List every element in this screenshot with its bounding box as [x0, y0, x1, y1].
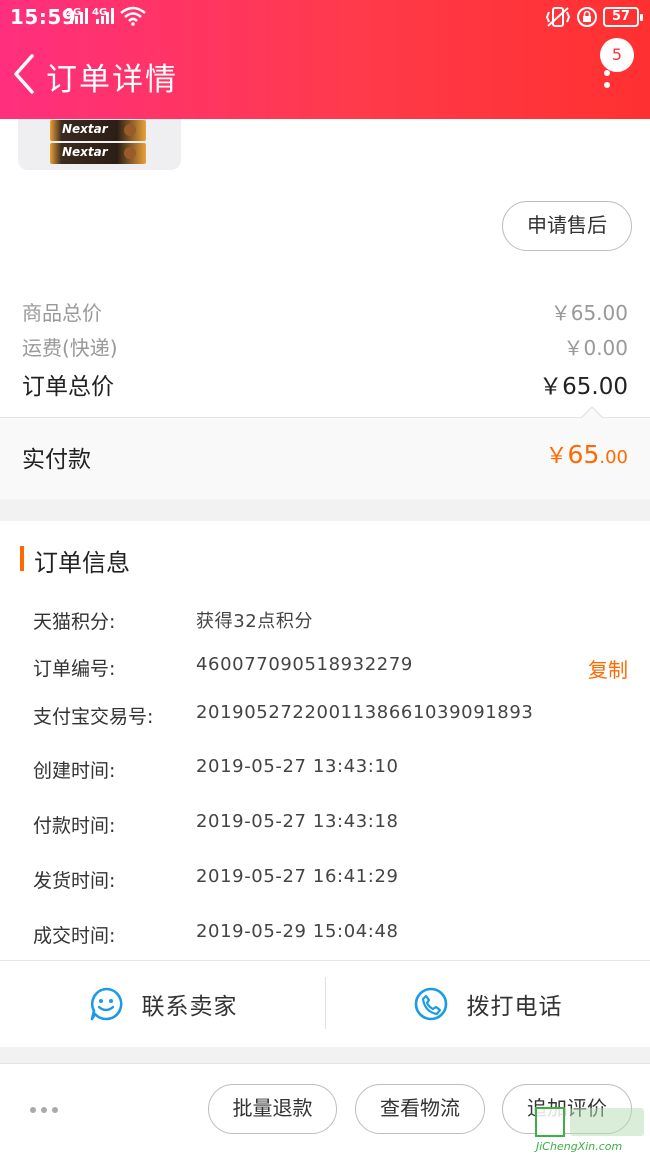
goods-total-label: 商品总价	[22, 301, 102, 325]
phone-icon	[414, 987, 447, 1021]
view-logistics-button[interactable]: 查看物流	[355, 1084, 485, 1134]
page-title: 订单详情	[46, 62, 178, 98]
chat-smile-icon	[90, 987, 122, 1021]
actual-payment-value: ￥65.00	[545, 440, 628, 469]
back-arrow-icon[interactable]	[10, 52, 40, 96]
vibrate-icon	[545, 7, 571, 27]
message-count-badge: 5	[600, 38, 634, 72]
goods-total-value: ￥65.00	[550, 301, 628, 325]
section-accent-bar	[20, 546, 24, 571]
watermark-logo: JiChengXin.com	[532, 1104, 650, 1155]
apply-after-sale-button[interactable]: 申请售后	[502, 201, 632, 251]
battery-indicator: 57	[603, 7, 643, 27]
app-header: 15:59 2G 4G 57 订单详情 5	[0, 0, 650, 119]
actual-payment-box: 实付款 ￥65.00	[0, 406, 650, 499]
product-thumbnail[interactable]: Nextar Nextar	[18, 119, 181, 170]
signal-bars-icon	[70, 8, 88, 24]
actual-payment-label: 实付款	[22, 447, 91, 473]
shipping-label: 运费(快递)	[22, 336, 118, 360]
call-phone-button[interactable]: 拨打电话	[325, 961, 650, 1047]
shipping-value: ￥0.00	[563, 336, 628, 360]
contact-seller-button[interactable]: 联系卖家	[0, 961, 325, 1047]
wifi-icon	[120, 6, 146, 26]
copy-order-number-button[interactable]: 复制	[588, 654, 628, 683]
order-total-label: 订单总价	[22, 374, 114, 400]
batch-refund-button[interactable]: 批量退款	[208, 1084, 337, 1134]
status-bar: 15:59 2G 4G 57	[0, 0, 650, 34]
order-total-value: ￥65.00	[539, 374, 628, 400]
rotation-lock-icon	[577, 7, 597, 27]
signal-bars-icon	[96, 8, 114, 24]
contact-seller-label: 联系卖家	[141, 994, 238, 1020]
call-phone-label: 拨打电话	[466, 994, 563, 1020]
order-info-title: 订单信息	[34, 549, 130, 577]
